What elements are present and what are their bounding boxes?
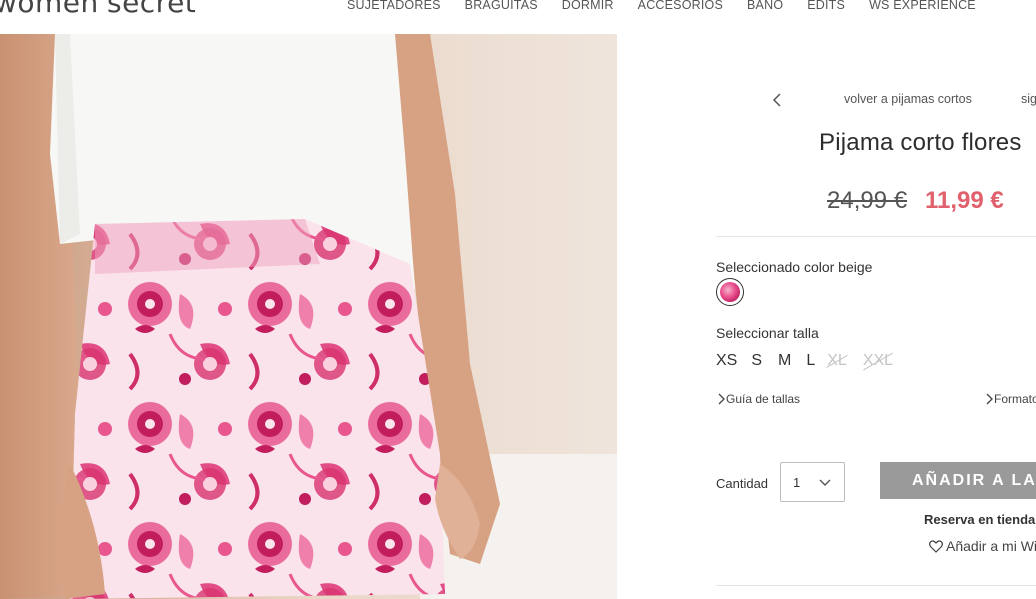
quantity-label: Cantidad (716, 476, 769, 491)
original-price: 24,99 € (827, 187, 908, 214)
size-option-l[interactable]: L (806, 352, 815, 370)
next-product-link[interactable]: siguiente (1021, 92, 1036, 106)
divider (716, 236, 1036, 237)
color-swatch-beige[interactable] (716, 278, 744, 306)
format-label: Formato (994, 392, 1036, 406)
nav-item-bano[interactable]: BAÑO (747, 0, 783, 12)
size-option-m[interactable]: M (778, 352, 791, 370)
product-photo-illustration (0, 34, 617, 599)
chevron-down-icon (819, 479, 831, 486)
size-label: Seleccionar talla (716, 325, 819, 341)
brand-logo[interactable]: women'secret (0, 0, 196, 19)
swatch-fill (720, 282, 740, 302)
back-to-category-link[interactable]: volver a pijamas cortos (844, 92, 972, 106)
size-option-xxl-unavailable[interactable]: XXL (863, 352, 893, 370)
wishlist-label: Añadir a mi Wishlist (946, 538, 1036, 554)
site-header: women'secret SUJETADORES BRAGUITAS DORMI… (0, 0, 1036, 34)
nav-item-ws-experience[interactable]: WS EXPERIENCE (869, 0, 976, 12)
product-details-panel: volver a pijamas cortos siguiente Pijama… (617, 34, 1036, 599)
quantity-value: 1 (793, 475, 801, 490)
chevron-right-icon (718, 393, 725, 405)
nav-item-dormir[interactable]: DORMIR (562, 0, 614, 12)
size-option-xs[interactable]: XS (716, 352, 737, 370)
size-selector: XS S M L XL XXL (716, 352, 893, 370)
divider (716, 585, 1036, 586)
size-option-xl-unavailable[interactable]: XL (827, 352, 847, 370)
selected-color-label: Seleccionado color beige (716, 259, 873, 275)
add-to-wishlist-link[interactable]: Añadir a mi Wishlist (929, 538, 1036, 554)
quantity-select[interactable]: 1 (780, 462, 845, 502)
chevron-right-icon (986, 393, 993, 405)
size-option-s[interactable]: S (751, 352, 762, 370)
nav-item-edits[interactable]: EDITS (807, 0, 845, 12)
main-nav: SUJETADORES BRAGUITAS DORMIR ACCESORIOS … (347, 0, 976, 12)
nav-item-sujetadores[interactable]: SUJETADORES (347, 0, 441, 12)
product-title: Pijama corto flores (819, 129, 1022, 156)
heart-icon (929, 540, 943, 553)
sale-price: 11,99 € (925, 187, 1004, 214)
add-to-cart-button[interactable]: AÑADIR A LA CESTA (880, 462, 1036, 499)
nav-item-accesorios[interactable]: ACCESORIOS (638, 0, 723, 12)
format-link[interactable]: Formato (984, 392, 1036, 406)
reserve-in-store-link[interactable]: Reserva en tienda (924, 512, 1035, 527)
chevron-left-icon[interactable] (770, 92, 784, 108)
size-guide-label: Guía de tallas (726, 392, 801, 406)
nav-item-braguitas[interactable]: BRAGUITAS (465, 0, 538, 12)
product-photo[interactable] (0, 34, 617, 599)
size-guide-link[interactable]: Guía de tallas (716, 392, 800, 406)
